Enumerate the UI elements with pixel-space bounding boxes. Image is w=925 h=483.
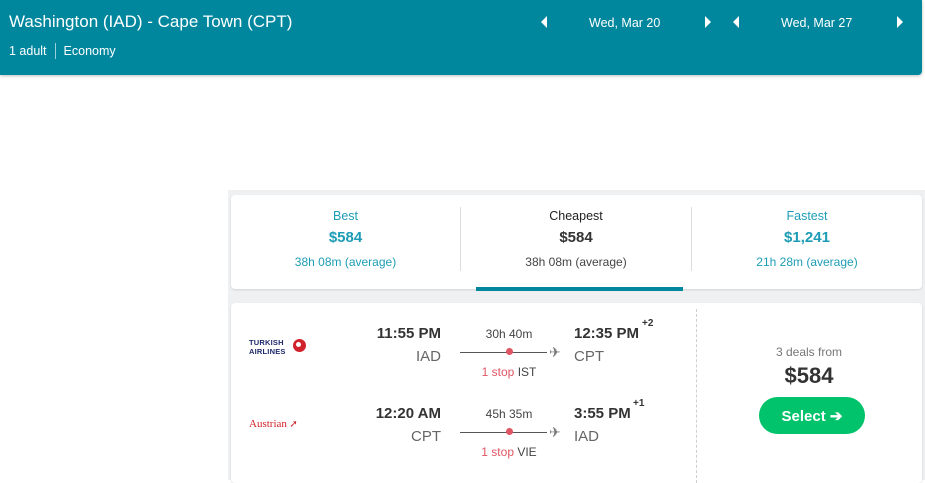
turkish-airlines-logo: TURKISH AIRLINES (249, 338, 306, 356)
outbound-leg: TURKISH AIRLINES 11:55 PM IAD 30h 40m ✈ … (231, 318, 691, 379)
inbound-leg: Austrian ➚ 12:20 AM CPT 45h 35m ✈ 1 stop… (231, 398, 691, 459)
result-card[interactable]: TURKISH AIRLINES 11:55 PM IAD 30h 40m ✈ … (231, 303, 922, 483)
depart-time: 12:20 AM (375, 405, 441, 422)
select-button[interactable]: Select ➔ (759, 397, 865, 434)
stop-info: 1 stop VIE (469, 445, 549, 459)
tab-duration: 38h 08m (average) (525, 255, 627, 269)
return-date[interactable]: Wed, Mar 27 (781, 16, 852, 30)
stop-dot-icon (506, 348, 513, 355)
arrive-time: 3:55 PM (574, 405, 631, 422)
active-tab-indicator (476, 287, 683, 291)
tab-duration: 38h 08m (average) (294, 255, 397, 269)
stop-info: 1 stop IST (469, 365, 549, 379)
stop-airport: VIE (517, 445, 537, 459)
stop-dot-icon (506, 428, 513, 435)
tab-price: $584 (559, 229, 593, 246)
sort-tabs: Best $584 38h 08m (average) Cheapest $58… (231, 195, 922, 291)
return-next-date-icon[interactable] (897, 16, 903, 28)
search-header: Washington (IAD) - Cape Town (CPT) 1 adu… (0, 0, 922, 75)
tab-price: $584 (328, 229, 363, 246)
depart-airport: CPT (411, 428, 441, 445)
cabin-class: Economy (63, 44, 116, 58)
tab-duration: 21h 28m (average) (756, 255, 858, 269)
card-divider (696, 309, 697, 483)
trip-details[interactable]: 1 adult Economy (9, 43, 116, 59)
tab-fastest[interactable]: Fastest $1,241 21h 28m (average) (692, 195, 922, 289)
return-prev-date-icon[interactable] (733, 16, 739, 28)
depart-next-date-icon[interactable] (705, 16, 711, 28)
stop-count: 1 stop (481, 445, 514, 459)
tab-label: Fastest (786, 209, 828, 223)
tab-cheapest[interactable]: Cheapest $584 38h 08m (average) (461, 195, 691, 289)
turkish-airlines-emblem-icon (293, 339, 306, 352)
deals-count: 3 deals from (775, 345, 843, 359)
austrian-arrow-icon: ➚ (286, 419, 298, 430)
divider (54, 43, 56, 59)
day-offset: +2 (642, 318, 654, 329)
route-title[interactable]: Washington (IAD) - Cape Town (CPT) (9, 12, 292, 32)
stop-count: 1 stop (481, 365, 515, 379)
airline-name: Austrian (249, 418, 287, 430)
arrive-airport: IAD (574, 428, 600, 445)
plane-icon: ✈ (549, 424, 561, 440)
depart-airport: IAD (415, 348, 441, 365)
results-panel: Best $584 38h 08m (average) Cheapest $58… (228, 190, 925, 483)
plane-icon: ✈ (549, 344, 561, 360)
arrive-airport: CPT (574, 348, 604, 365)
arrive-time: 12:35 PM (574, 325, 640, 342)
route-line (460, 432, 547, 433)
tab-price: $1,241 (784, 229, 830, 246)
depart-date[interactable]: Wed, Mar 20 (589, 16, 660, 30)
depart-time: 11:55 PM (376, 325, 441, 342)
tab-label: Best (332, 209, 358, 223)
airline-name: TURKISH AIRLINES (249, 338, 286, 356)
day-offset: +1 (633, 398, 645, 409)
tab-best[interactable]: Best $584 38h 08m (average) (231, 195, 460, 289)
flight-duration: 30h 40m (485, 327, 533, 341)
stop-airport: IST (517, 365, 537, 379)
flight-duration: 45h 35m (485, 407, 533, 421)
tab-label: Cheapest (549, 209, 603, 223)
route-line (460, 352, 547, 353)
depart-prev-date-icon[interactable] (541, 16, 547, 28)
passenger-count: 1 adult (9, 44, 47, 58)
result-price: $584 (784, 363, 834, 388)
austrian-logo: Austrian ➚ (249, 418, 298, 430)
